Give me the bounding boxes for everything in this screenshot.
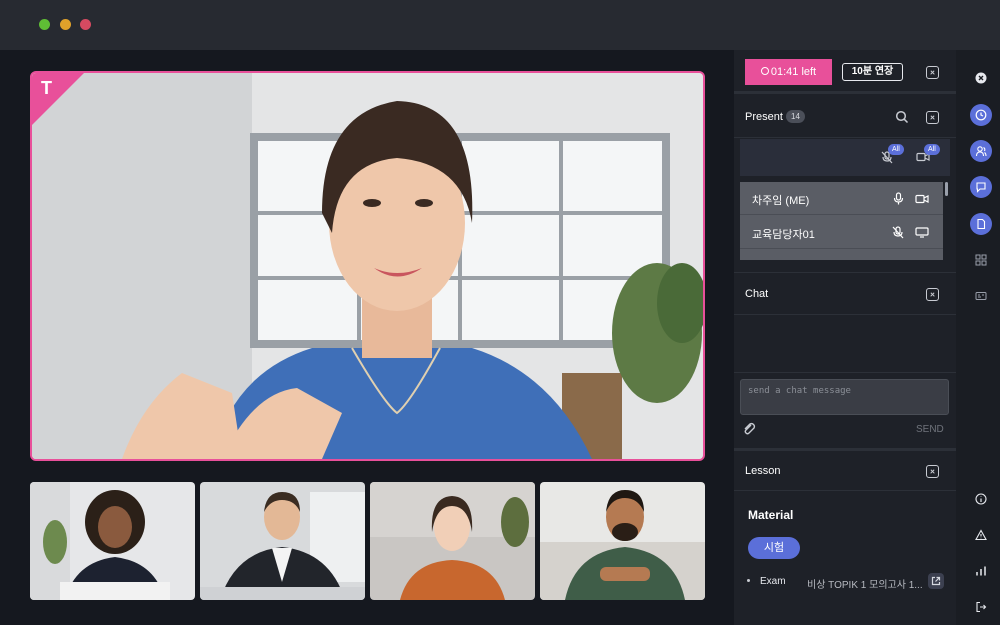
chat-message-input[interactable]: send a chat message — [740, 379, 949, 415]
document-icon — [977, 218, 986, 230]
extend-time-button[interactable]: 10분 연장 — [842, 63, 903, 81]
open-external-button[interactable] — [928, 573, 944, 589]
send-button[interactable]: SEND — [916, 424, 944, 435]
participant-thumbnail[interactable] — [540, 482, 705, 600]
timer-tab-button[interactable] — [970, 104, 992, 126]
participant-thumbnail[interactable] — [200, 482, 365, 600]
side-panel: 01:41 left 10분 연장 Present 14 All All 차주임… — [734, 50, 956, 625]
teacher-video-image — [32, 73, 703, 459]
mic-off-icon[interactable] — [892, 226, 904, 239]
participants-tab-button[interactable] — [970, 140, 992, 162]
present-header: Present 14 — [734, 97, 956, 138]
lesson-header: Lesson — [734, 448, 956, 491]
participant-thumbnail[interactable] — [370, 482, 535, 600]
participant-thumbnails — [30, 482, 705, 600]
participant-video-image — [370, 482, 535, 600]
clock-icon — [975, 109, 987, 121]
teacher-badge: T — [41, 78, 52, 98]
lesson-title: Lesson — [745, 465, 781, 477]
time-left-label: 01:41 left — [770, 66, 817, 78]
camera-icon[interactable] — [915, 194, 929, 204]
screen-share-icon[interactable] — [915, 227, 929, 238]
participant-list-scrollbar[interactable] — [945, 182, 948, 196]
exam-label-text: Exam — [760, 576, 786, 587]
participant-list: 차주임 (ME) 교육담당자01 — [740, 182, 943, 260]
chat-title: Chat — [745, 288, 769, 300]
clock-icon — [760, 67, 769, 75]
window-minimize-button[interactable] — [60, 19, 71, 30]
material-title: Material — [748, 508, 794, 522]
mic-all-badge: All — [888, 144, 904, 155]
present-title: Present — [745, 111, 783, 123]
caption-icon[interactable] — [975, 290, 987, 302]
teacher-corner-flag — [32, 73, 84, 125]
search-icon[interactable] — [895, 110, 909, 124]
video-stage: T — [0, 50, 734, 625]
stats-icon[interactable] — [975, 565, 987, 577]
window-titlebar — [0, 0, 1000, 50]
close-icon[interactable] — [926, 465, 939, 478]
participant-name: 차주임 (ME) — [752, 195, 810, 207]
chat-tab-button[interactable] — [970, 176, 992, 198]
divider — [734, 372, 956, 373]
participant-video-image — [540, 482, 705, 600]
participant-row[interactable]: 차주임 (ME) — [740, 182, 943, 215]
chat-messages-area — [734, 316, 956, 372]
camera-all-badge: All — [924, 144, 940, 155]
time-left-badge: 01:41 left — [745, 59, 832, 85]
mic-icon[interactable] — [893, 192, 904, 205]
close-icon[interactable] — [926, 288, 939, 301]
close-icon[interactable] — [926, 111, 939, 124]
bullet-icon — [747, 579, 750, 582]
participant-thumbnail[interactable] — [30, 482, 195, 600]
participant-video-image — [30, 482, 195, 600]
window-maximize-button[interactable] — [39, 19, 50, 30]
grid-icon[interactable] — [975, 254, 987, 266]
present-count-badge: 14 — [786, 110, 805, 123]
info-icon[interactable] — [975, 493, 987, 505]
external-link-icon — [931, 576, 941, 586]
participant-row[interactable]: 교육담당자01 — [740, 216, 943, 249]
close-circle-icon[interactable] — [975, 72, 987, 84]
users-icon — [975, 146, 987, 157]
main-video-teacher[interactable]: T — [30, 71, 705, 461]
close-icon[interactable] — [926, 66, 939, 79]
lesson-tab-button[interactable] — [970, 213, 992, 235]
participant-video-image — [200, 482, 365, 600]
logout-icon[interactable] — [975, 601, 987, 613]
participant-controls-bar: All All — [740, 139, 950, 176]
participant-name: 교육담당자01 — [752, 229, 815, 241]
right-icon-rail — [956, 50, 1000, 625]
warning-icon[interactable] — [975, 529, 987, 541]
chat-header: Chat — [734, 272, 956, 315]
exam-category-pill[interactable]: 시험 — [748, 537, 800, 559]
chat-bubble-icon — [976, 182, 986, 193]
window-close-button[interactable] — [80, 19, 91, 30]
attachment-icon[interactable] — [742, 422, 756, 436]
exam-material-title[interactable]: 비상 TOPIK 1 모의고사 1... — [807, 576, 923, 591]
timer-header: 01:41 left 10분 연장 — [734, 50, 956, 94]
exam-label: Exam — [747, 576, 786, 587]
